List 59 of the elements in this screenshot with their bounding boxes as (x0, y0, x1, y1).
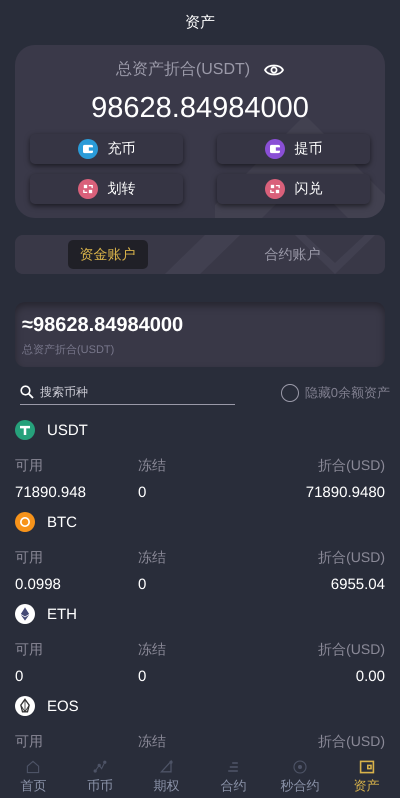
column-label: 冻结 (138, 733, 167, 751)
home-icon (25, 758, 42, 774)
coin-e-icon (15, 696, 35, 716)
balance-value: 0 (138, 668, 148, 684)
coin-b-icon (15, 512, 35, 532)
total-assets-amount: 98628.84984000 (90, 92, 310, 125)
balance-value: 71890.948 (15, 484, 87, 500)
column-label: 可用 (15, 733, 44, 751)
total-assets-label: 总资产折合(USDT) (116, 60, 250, 80)
chart-icon (92, 758, 108, 774)
balance-value: 6955.04 (330, 576, 385, 592)
nav-tab[interactable]: 资产 (333, 755, 400, 798)
balance-value: 71890.9480 (304, 484, 385, 500)
action-button[interactable]: 充币 (30, 134, 183, 164)
column-label: 可用 (15, 549, 44, 567)
account-total-amount: ≈98628.84984000 (22, 313, 184, 337)
search-field[interactable]: 搜索币种 (20, 380, 235, 405)
action-button[interactable]: 划转 (30, 174, 183, 204)
eye-icon[interactable] (264, 62, 284, 76)
nav-tab[interactable]: 合约 (200, 755, 267, 798)
balance-value: 0 (15, 668, 24, 684)
search-icon (20, 385, 34, 399)
action-button[interactable]: 提币 (217, 134, 370, 164)
coin-name: EOS (47, 698, 79, 714)
wallet-icon (264, 139, 284, 159)
nav-tab[interactable]: 秒合约 (266, 755, 334, 798)
balance-value: 0.0998 (15, 576, 62, 592)
column-label: 冻结 (138, 457, 167, 475)
account-tab[interactable]: 合约账户 (252, 240, 332, 269)
balance-value: 0.00 (354, 668, 385, 684)
balance-value: 0 (138, 484, 148, 500)
column-label: 折合(USD) (317, 641, 385, 659)
wallet-icon (78, 139, 98, 159)
squares-icon (264, 179, 284, 199)
column-label: 可用 (15, 641, 44, 659)
hide-zero-checkbox[interactable] (280, 384, 299, 402)
coin-t-icon (15, 420, 35, 440)
account-total-label: 总资产折合(USDT) (22, 342, 116, 357)
triangle-icon (158, 758, 175, 774)
coin-name: ETH (47, 606, 77, 622)
wallet-icon (358, 758, 375, 774)
squares-icon (78, 179, 98, 199)
column-label: 冻结 (138, 549, 167, 567)
action-button[interactable]: 闪兑 (217, 174, 370, 204)
nav-tab[interactable]: 期权 (133, 755, 200, 798)
coin-name: BTC (47, 514, 77, 530)
column-label: 折合(USD) (317, 733, 385, 751)
page-title: 资产 (185, 13, 215, 32)
account-tab[interactable]: 资金账户 (68, 240, 148, 269)
column-label: 冻结 (138, 641, 167, 659)
nav-tab[interactable]: 币币 (66, 755, 134, 798)
balance-value: 0 (138, 576, 148, 592)
hide-zero-label: 隐藏0余额资产 (304, 384, 390, 402)
nav-tab[interactable]: 首页 (0, 755, 67, 798)
target-icon (292, 758, 308, 774)
column-label: 折合(USD) (317, 457, 385, 475)
column-label: 可用 (15, 457, 44, 475)
column-label: 折合(USD) (317, 549, 385, 567)
coin-name: USDT (47, 422, 88, 438)
